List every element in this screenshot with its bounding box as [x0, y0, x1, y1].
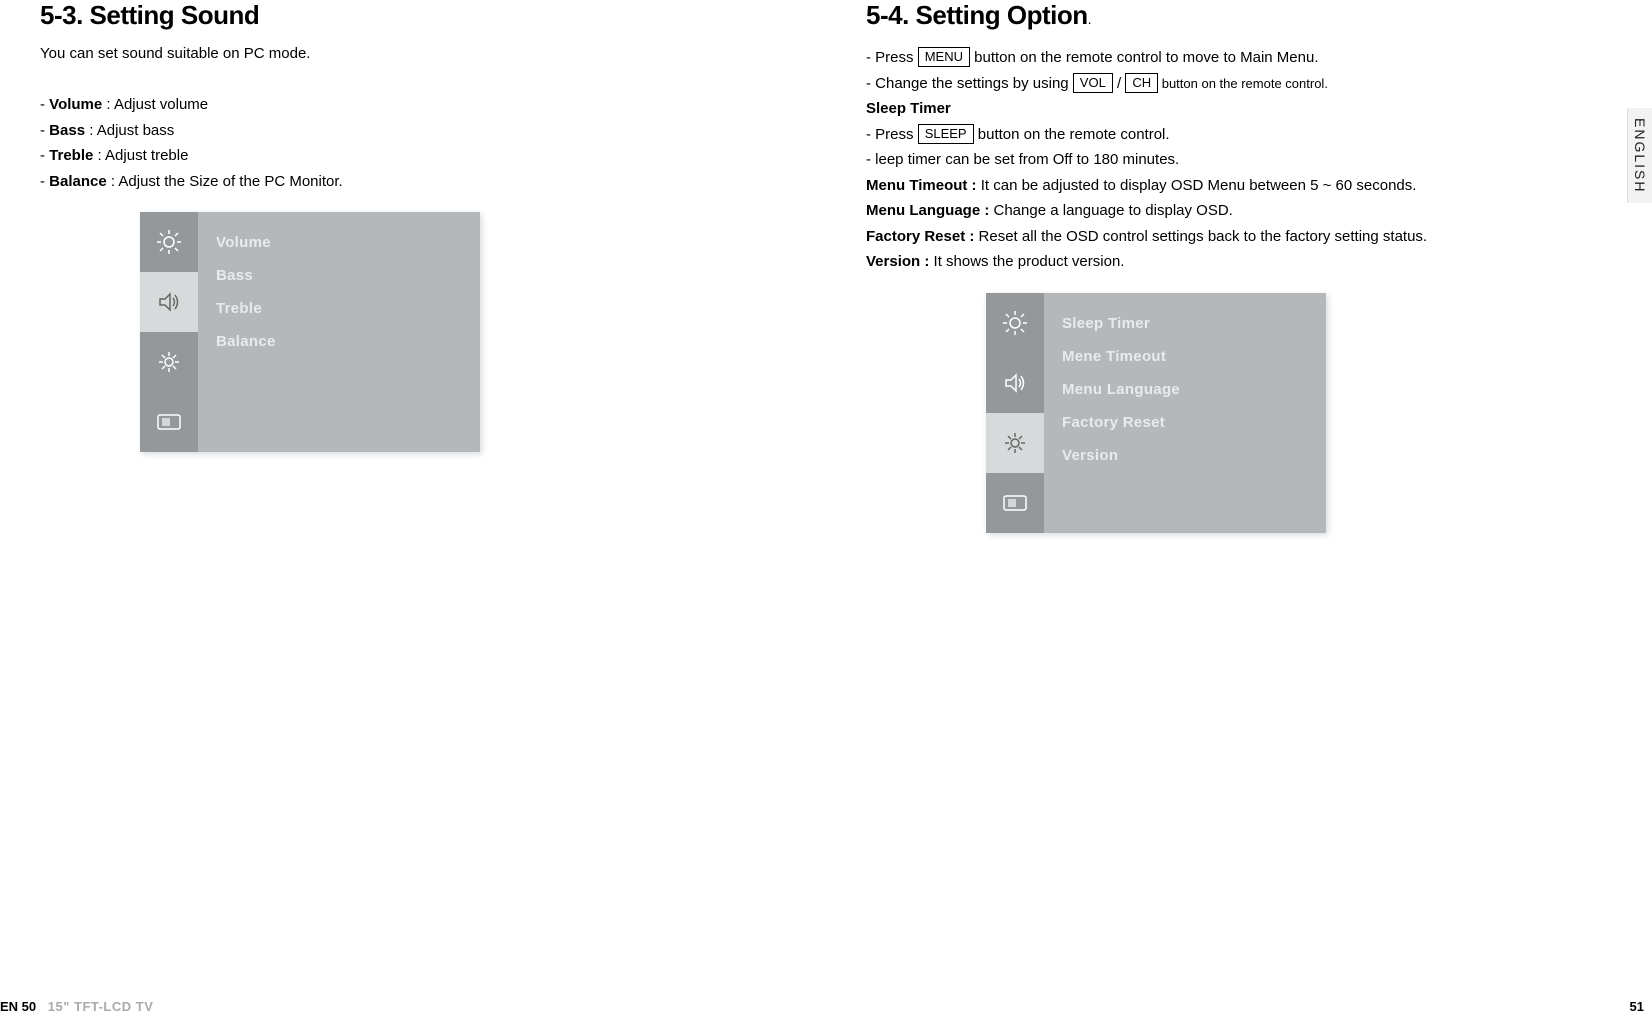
osd-item: Balance	[216, 325, 462, 358]
line-language: Menu Language : Change a language to dis…	[866, 198, 1612, 224]
speaker-icon	[986, 353, 1044, 413]
footer: EN 50 15" TFT-LCD TV 51	[0, 999, 1652, 1014]
left-column: 5-3. Setting Sound You can set sound sui…	[40, 0, 786, 533]
sleep-heading: Sleep Timer	[866, 96, 1612, 122]
item-bass: - Bass : Adjust bass	[40, 118, 786, 144]
footer-model: 15" TFT-LCD TV	[48, 999, 154, 1014]
speaker-icon	[140, 272, 198, 332]
language-tab: ENGLISH	[1627, 108, 1652, 203]
footer-left: EN 50 15" TFT-LCD TV	[0, 999, 153, 1014]
vol-button-label: VOL	[1073, 73, 1113, 93]
intro-sound: You can set sound suitable on PC mode.	[40, 45, 786, 62]
osd-menu-option: Sleep Timer Mene Timeout Menu Language F…	[986, 293, 1326, 533]
menu-button-label: MENU	[918, 47, 970, 67]
right-column: 5-4. Setting Option. - Press MENU button…	[866, 0, 1612, 533]
line-press-menu: - Press MENU button on the remote contro…	[866, 45, 1612, 71]
osd-item: Volume	[216, 226, 462, 259]
item-treble: - Treble : Adjust treble	[40, 143, 786, 169]
page-right: 51	[1630, 999, 1644, 1014]
monitor-icon	[986, 473, 1044, 533]
osd-items: Sleep Timer Mene Timeout Menu Language F…	[1044, 293, 1326, 533]
osd-item: Menu Language	[1062, 373, 1308, 406]
osd-item: Factory Reset	[1062, 406, 1308, 439]
osd-menu-sound: Volume Bass Treble Balance	[140, 212, 480, 452]
osd-item: Sleep Timer	[1062, 307, 1308, 340]
line-version: Version : It shows the product version.	[866, 249, 1612, 275]
osd-icon-strip	[986, 293, 1044, 533]
osd-items: Volume Bass Treble Balance	[198, 212, 480, 452]
gear-icon	[140, 332, 198, 392]
line-sleep-range: - leep timer can be set from Off to 180 …	[866, 147, 1612, 173]
item-balance: - Balance : Adjust the Size of the PC Mo…	[40, 169, 786, 195]
osd-item: Mene Timeout	[1062, 340, 1308, 373]
gear-icon	[986, 413, 1044, 473]
brightness-icon	[986, 293, 1044, 353]
line-press-sleep: - Press SLEEP button on the remote contr…	[866, 122, 1612, 148]
ch-button-label: CH	[1125, 73, 1158, 93]
page-left: EN 50	[0, 999, 36, 1014]
line-timeout: Menu Timeout : It can be adjusted to dis…	[866, 173, 1612, 199]
osd-item: Version	[1062, 439, 1308, 472]
osd-item: Treble	[216, 292, 462, 325]
line-change: - Change the settings by using VOL / CH …	[866, 71, 1612, 97]
osd-item: Bass	[216, 259, 462, 292]
brightness-icon	[140, 212, 198, 272]
sleep-button-label: SLEEP	[918, 124, 974, 144]
item-volume: - Volume : Adjust volume	[40, 92, 786, 118]
heading-option: 5-4. Setting Option.	[866, 0, 1612, 31]
osd-icon-strip	[140, 212, 198, 452]
line-reset: Factory Reset : Reset all the OSD contro…	[866, 224, 1612, 250]
heading-sound: 5-3. Setting Sound	[40, 0, 786, 31]
monitor-icon	[140, 392, 198, 452]
